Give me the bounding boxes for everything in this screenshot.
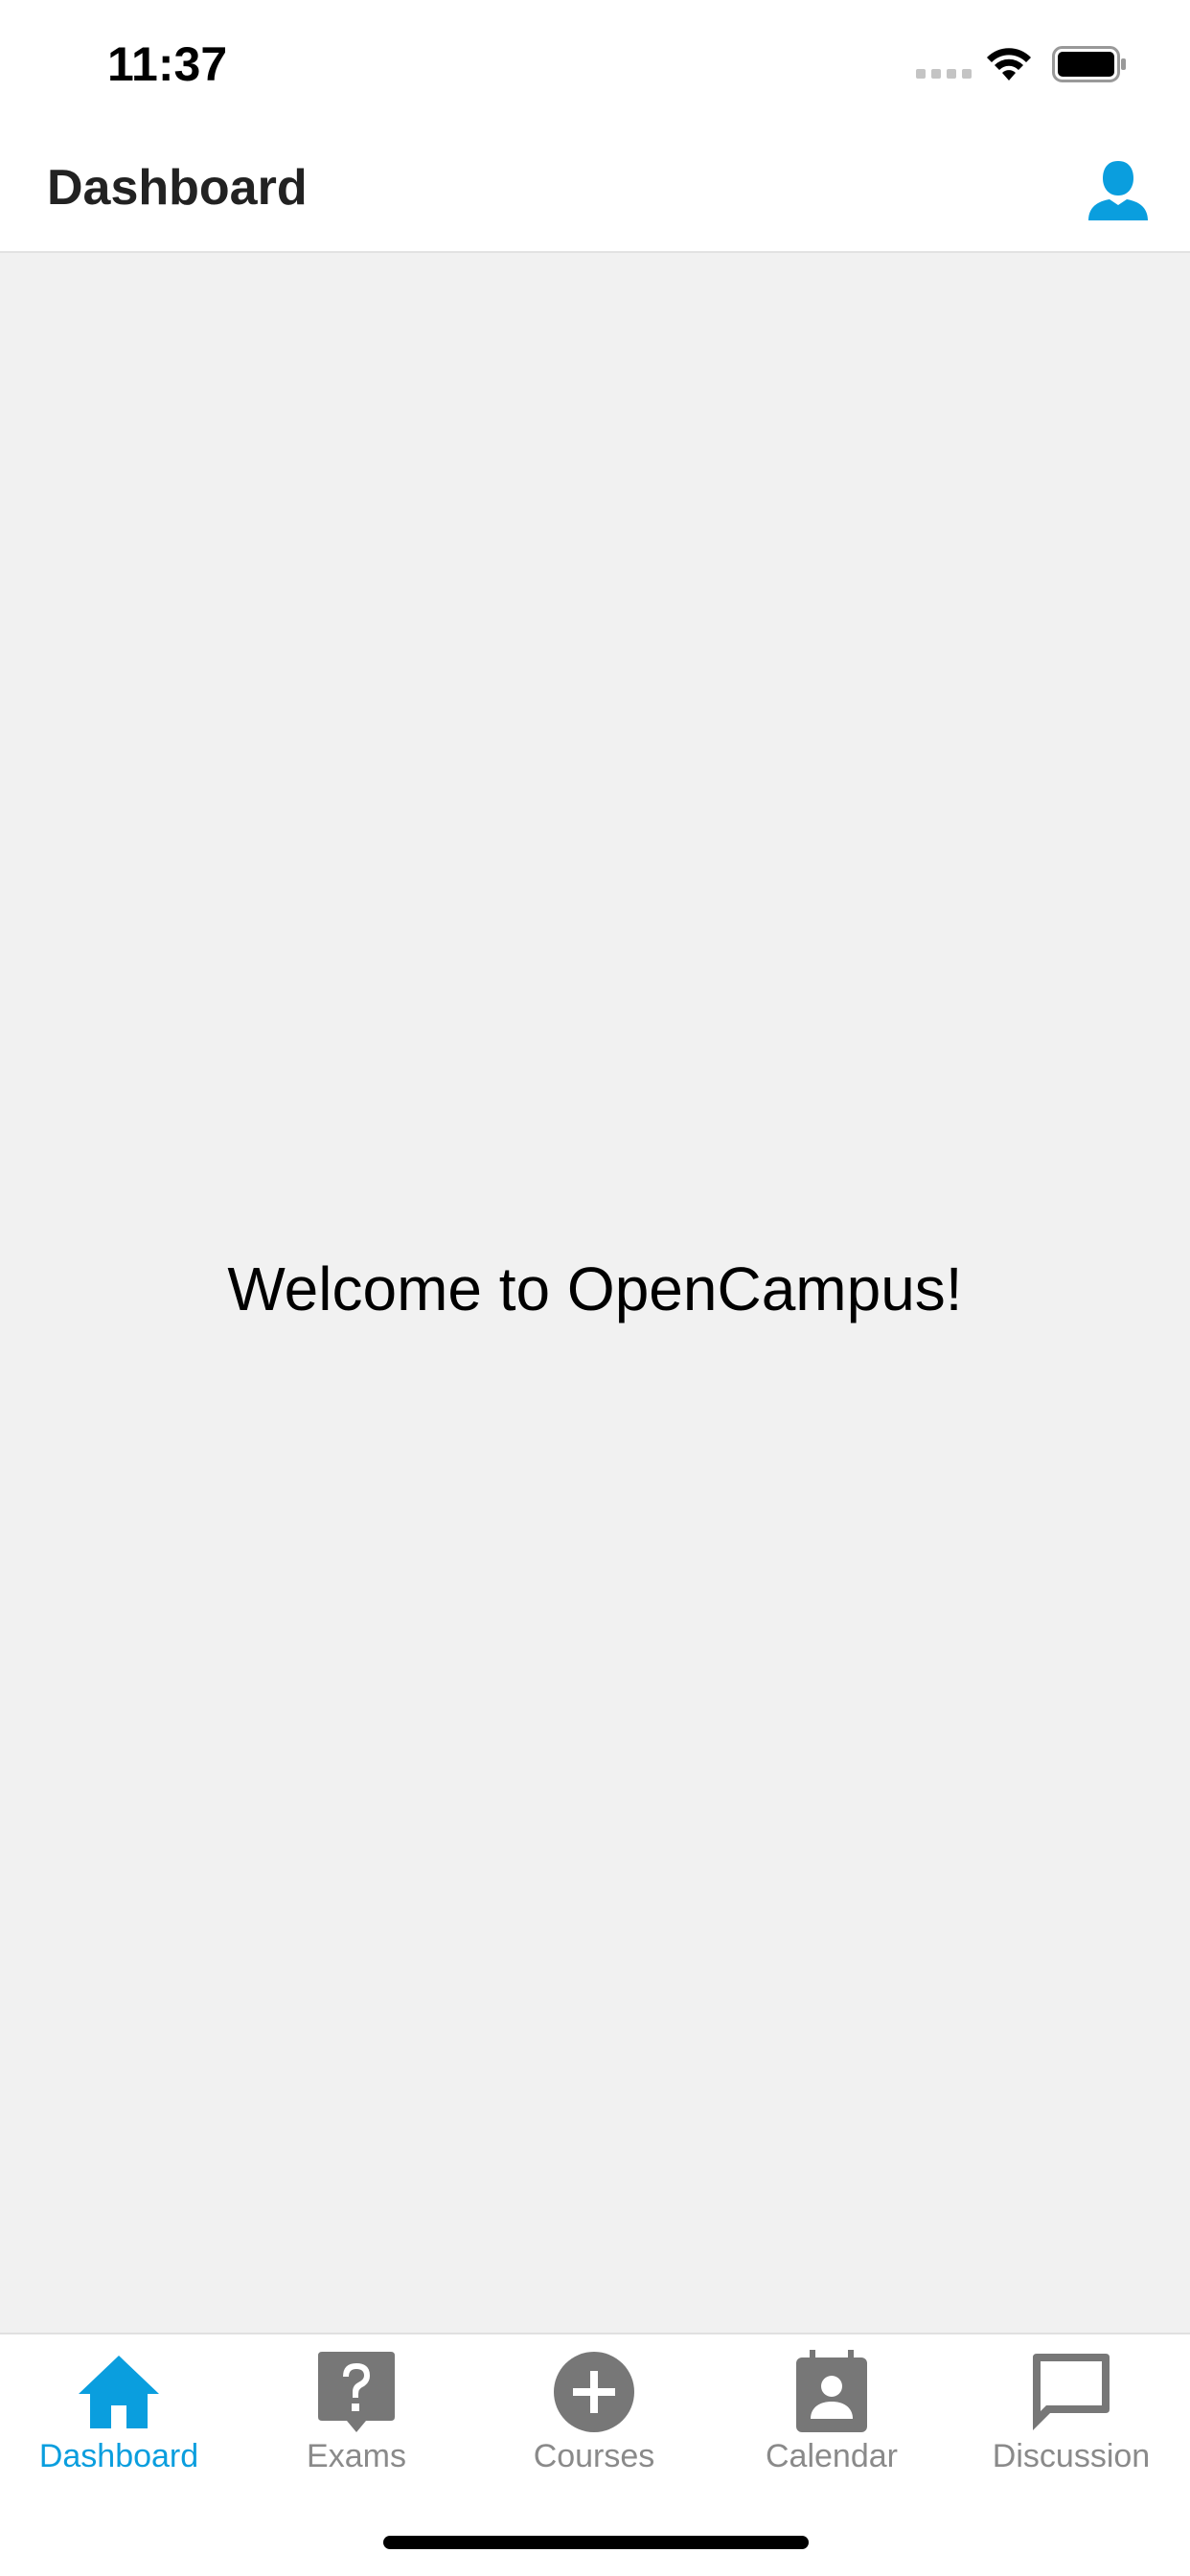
tab-label: Exams — [307, 2438, 406, 2474]
tab-discussion[interactable]: Discussion — [952, 2334, 1190, 2488]
app-screen: 11:37 Dashboard Welcome to OpenCampus! D… — [0, 0, 1190, 2576]
tab-label: Courses — [533, 2438, 655, 2474]
home-indicator[interactable] — [383, 2536, 809, 2549]
home-icon — [79, 2356, 159, 2428]
tab-courses[interactable]: Courses — [475, 2334, 713, 2488]
tab-dashboard[interactable]: Dashboard — [0, 2334, 238, 2488]
nav-bar: Dashboard — [0, 126, 1190, 253]
battery-icon — [1052, 46, 1126, 82]
profile-icon[interactable] — [1085, 157, 1152, 224]
status-bar: 11:37 — [0, 0, 1190, 126]
status-time: 11:37 — [107, 37, 228, 91]
welcome-message: Welcome to OpenCampus! — [227, 1254, 963, 1323]
chat-bubble-icon — [1033, 2354, 1110, 2430]
contact-calendar-icon — [796, 2350, 867, 2432]
dashboard-content: Welcome to OpenCampus! — [0, 253, 1190, 2333]
page-title: Dashboard — [47, 160, 308, 216]
tab-exams[interactable]: Exams — [238, 2334, 475, 2488]
wifi-icon — [987, 48, 1031, 80]
tab-calendar[interactable]: Calendar — [713, 2334, 950, 2488]
tab-label: Discussion — [992, 2438, 1151, 2474]
tab-label: Dashboard — [38, 2438, 199, 2474]
question-bubble-icon — [318, 2352, 395, 2432]
plus-circle-icon — [554, 2352, 634, 2432]
tab-label: Calendar — [766, 2438, 898, 2474]
cellular-signal-icon — [916, 69, 972, 79]
